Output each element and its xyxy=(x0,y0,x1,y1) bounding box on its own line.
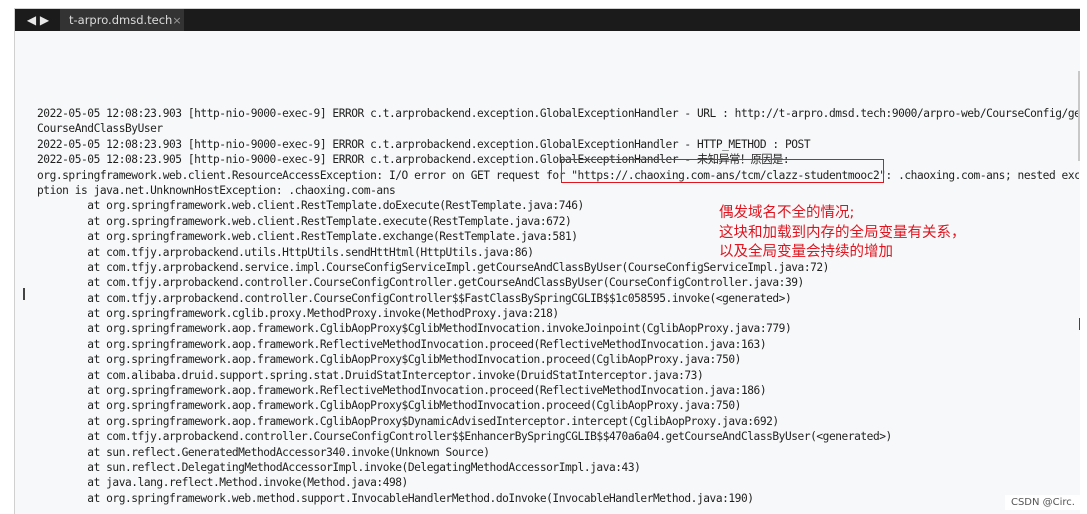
log-line: at com.tfjy.arprobackend.controller.Cour… xyxy=(37,291,792,305)
text-cursor xyxy=(23,288,25,300)
url-highlight-box xyxy=(561,159,884,183)
log-line: at org.springframework.aop.framework.Cgl… xyxy=(37,399,741,413)
tab-bar: ◀ ▶ t-arpro.dmsd.tech × xyxy=(15,9,1080,31)
log-line: ption is java.net.UnknownHostException: … xyxy=(37,183,396,197)
log-line: at org.springframework.aop.framework.Ref… xyxy=(37,384,767,398)
log-output: 2022-05-05 12:08:23.903 [http-nio-9000-e… xyxy=(37,106,1079,506)
log-line: at org.springframework.aop.framework.Cgl… xyxy=(37,353,741,367)
annotation-line: 偶发域名不全的情况; xyxy=(719,205,855,221)
log-line: 2022-05-05 12:08:23.905 [http-nio-9000-e… xyxy=(37,153,790,167)
log-line: at org.springframework.aop.framework.Cgl… xyxy=(37,322,792,336)
watermark: CSDN @Circ. xyxy=(1004,495,1081,510)
terminal-output[interactable]: 2022-05-05 12:08:23.903 [http-nio-9000-e… xyxy=(15,31,1080,514)
terminal-window: ◀ ▶ t-arpro.dmsd.tech × 2022-05-05 12:08… xyxy=(14,8,1080,514)
log-line: at sun.reflect.GeneratedMethodAccessor34… xyxy=(37,445,490,459)
log-line: 2022-05-05 12:08:23.903 [http-nio-9000-e… xyxy=(37,137,811,151)
log-line: at com.tfjy.arprobackend.controller.Cour… xyxy=(37,276,804,290)
log-line: 2022-05-05 12:08:23.903 [http-nio-9000-e… xyxy=(37,107,1079,120)
log-line: at com.alibaba.druid.support.spring.stat… xyxy=(37,368,704,382)
log-line: org.springframework.web.client.ResourceA… xyxy=(37,168,1079,182)
log-line: at org.springframework.aop.framework.Ref… xyxy=(37,337,767,351)
annotation-line: 这块和加载到内存的全局变量有关系， xyxy=(719,224,966,241)
forward-arrow-icon[interactable]: ▶ xyxy=(38,9,51,31)
scrollbar[interactable] xyxy=(1078,71,1080,161)
back-arrow-icon[interactable]: ◀ xyxy=(25,9,38,31)
log-line: at org.springframework.cglib.proxy.Metho… xyxy=(37,307,559,321)
tab-title: t-arpro.dmsd.tech xyxy=(69,13,173,27)
log-line: at org.springframework.web.method.suppor… xyxy=(37,491,754,505)
close-icon[interactable]: × xyxy=(172,14,181,27)
tab-session[interactable]: t-arpro.dmsd.tech × xyxy=(60,9,184,31)
annotation-note: 偶发域名不全的情况; 这块和加载到内存的全局变量有关系， 以及全局变量会持续的增… xyxy=(719,204,966,263)
annotation-line: 以及全局变量会持续的增加 xyxy=(719,244,893,260)
log-line: at sun.reflect.DelegatingMethodAccessorI… xyxy=(37,460,641,474)
log-line: at java.lang.reflect.Method.invoke(Metho… xyxy=(37,476,408,490)
log-line: CourseAndClassByUser xyxy=(37,122,163,136)
text-cursor xyxy=(1079,318,1080,330)
log-line: at com.tfjy.arprobackend.controller.Cour… xyxy=(37,430,892,444)
log-line: at org.springframework.aop.framework.Cgl… xyxy=(37,414,779,428)
